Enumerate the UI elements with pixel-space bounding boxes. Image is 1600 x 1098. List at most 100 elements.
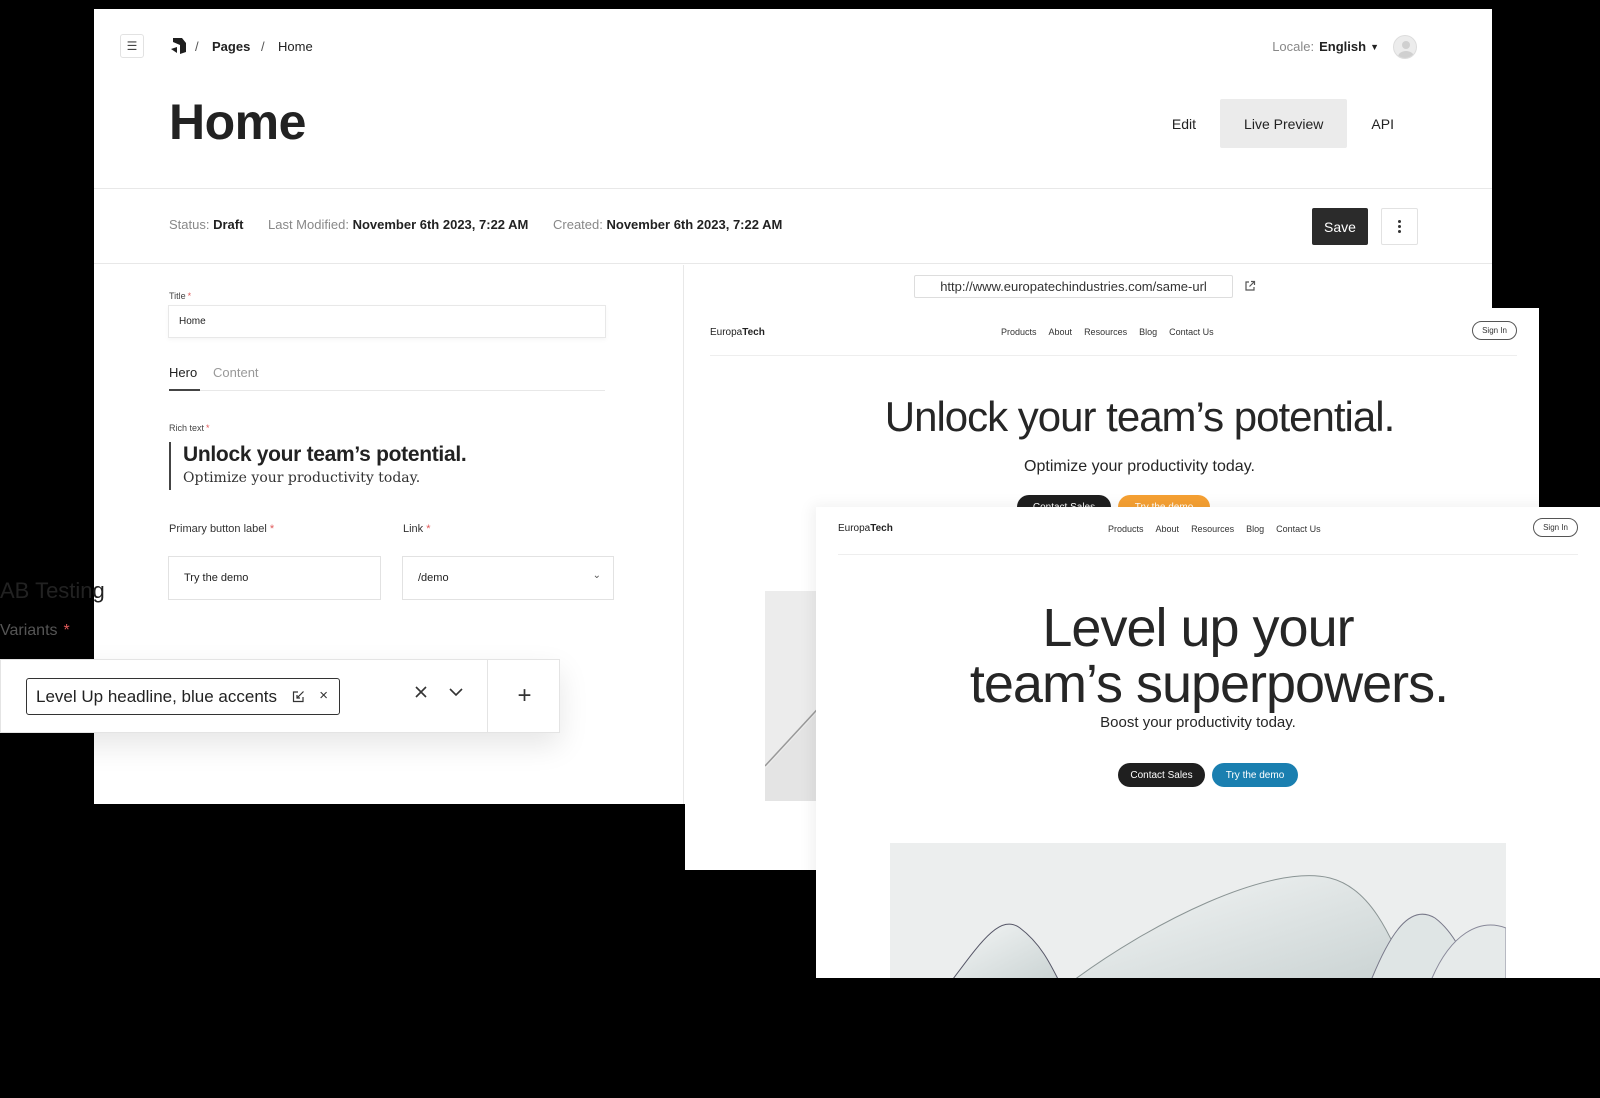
nav-link-about[interactable]: About xyxy=(1049,327,1073,337)
rich-text-editor[interactable]: Unlock your team’s potential. Optimize y… xyxy=(169,442,589,490)
contact-sales-button[interactable]: Contact Sales xyxy=(1118,763,1205,787)
nav-link-blog[interactable]: Blog xyxy=(1246,524,1264,534)
title-field-label: Title * xyxy=(169,291,191,301)
sign-in-button[interactable]: Sign In xyxy=(1472,321,1517,340)
preview-variant-b: EuropaTech Products About Resources Blog… xyxy=(816,507,1600,978)
site-nav: EuropaTech Products About Resources Blog… xyxy=(838,507,1578,555)
external-link-icon[interactable] xyxy=(1244,280,1256,292)
required-mark: * xyxy=(187,291,192,301)
link-label: Link * xyxy=(403,523,430,535)
nav-link-blog[interactable]: Blog xyxy=(1139,327,1157,337)
title-label-text: Title xyxy=(169,291,186,301)
nav-link-products[interactable]: Products xyxy=(1108,524,1144,534)
created-meta: Created: November 6th 2023, 7:22 AM xyxy=(553,217,782,232)
variants-selector[interactable]: Level Up headline, blue accents × + xyxy=(0,659,560,733)
locale-selector[interactable]: Locale: English ▼ xyxy=(1272,39,1379,54)
nav-link-contact[interactable]: Contact Us xyxy=(1276,524,1321,534)
hero-headline: Unlock your team’s potential. xyxy=(884,393,1396,440)
sign-in-button[interactable]: Sign In xyxy=(1533,518,1578,537)
brand-logo-icon[interactable] xyxy=(169,37,187,55)
tab-content[interactable]: Content xyxy=(213,365,259,380)
chevron-down-icon: ⌄ xyxy=(592,570,601,581)
tab-live-preview[interactable]: Live Preview xyxy=(1220,99,1348,148)
primary-button-label: Primary button label * xyxy=(169,523,274,535)
chevron-down-icon: ▼ xyxy=(1370,42,1379,52)
brand-suffix: Tech xyxy=(742,327,765,338)
variants-label-text: Variants xyxy=(0,622,58,639)
created-value: November 6th 2023, 7:22 AM xyxy=(606,217,783,232)
hero-headline-line2: team’s superpowers. xyxy=(969,654,1449,714)
top-bar: ☰ / Pages / Home Locale: English ▼ xyxy=(94,9,1492,83)
menu-button[interactable]: ☰ xyxy=(120,34,144,58)
locale-label: Locale: xyxy=(1272,39,1315,54)
preview-url-field[interactable]: http://www.europatechindustries.com/same… xyxy=(914,275,1233,298)
last-modified-meta: Last Modified: November 6th 2023, 7:22 A… xyxy=(268,217,528,232)
hero-subheadline: Boost your productivity today. xyxy=(1100,714,1296,731)
remove-variant-icon[interactable]: × xyxy=(319,687,328,704)
rich-text-body: Optimize your productivity today. xyxy=(183,470,421,486)
ab-testing-title: AB Testing xyxy=(0,578,105,603)
variants-label: Variants * xyxy=(0,622,70,640)
nav-link-products[interactable]: Products xyxy=(1001,327,1037,337)
try-demo-button[interactable]: Try the demo xyxy=(1212,763,1298,787)
primary-button-input[interactable]: Try the demo xyxy=(168,556,381,600)
locale-value: English xyxy=(1319,39,1367,54)
kebab-menu-icon xyxy=(1398,220,1401,223)
clear-selection-icon[interactable] xyxy=(412,683,430,701)
nav-link-contact[interactable]: Contact Us xyxy=(1169,327,1214,337)
hero-image xyxy=(890,843,1506,978)
abstract-shape-image xyxy=(953,875,1506,978)
site-nav-links: Products About Resources Blog Contact Us xyxy=(1001,327,1214,337)
user-avatar-icon[interactable] xyxy=(1393,35,1417,59)
edit-icon[interactable] xyxy=(292,690,305,703)
created-label: Created: xyxy=(553,217,603,232)
link-label-text: Link xyxy=(403,523,424,535)
breadcrumb-separator: / xyxy=(195,39,199,54)
site-brand[interactable]: EuropaTech xyxy=(838,523,893,534)
tab-edit[interactable]: Edit xyxy=(1148,99,1220,148)
view-tabs: Edit Live Preview API xyxy=(1148,99,1418,148)
rich-text-label: Rich text * xyxy=(169,423,210,433)
status-meta: Status: Draft xyxy=(169,217,243,232)
chevron-down-icon[interactable] xyxy=(447,683,465,701)
active-tab-indicator xyxy=(169,389,200,391)
site-nav: EuropaTech Products About Resources Blog… xyxy=(710,308,1517,356)
more-options-button[interactable] xyxy=(1381,208,1418,245)
site-brand[interactable]: EuropaTech xyxy=(710,327,765,338)
hero-subheadline: Optimize your productivity today. xyxy=(1024,458,1255,475)
brand-prefix: Europa xyxy=(838,523,871,534)
brand-prefix: Europa xyxy=(710,327,743,338)
tab-api[interactable]: API xyxy=(1347,99,1418,148)
breadcrumb-home: Home xyxy=(278,39,313,54)
kebab-dot xyxy=(1398,230,1401,233)
hero-headline: Level up your team’s superpowers. xyxy=(816,600,1590,712)
last-modified-label: Last Modified: xyxy=(268,217,349,232)
status-label: Status: xyxy=(169,217,210,232)
link-select[interactable]: /demo ⌄ xyxy=(402,556,614,600)
primary-button-label-text: Primary button label xyxy=(169,523,267,535)
add-variant-button[interactable]: + xyxy=(488,660,561,732)
required-mark: * xyxy=(426,523,431,535)
breadcrumb-separator: / xyxy=(261,39,265,54)
rich-text-heading: Unlock your team’s potential. xyxy=(183,443,467,466)
variant-chip-label: Level Up headline, blue accents xyxy=(36,686,277,706)
nav-link-resources[interactable]: Resources xyxy=(1191,524,1234,534)
hero-headline-line1: Level up your xyxy=(1042,598,1354,658)
required-mark: * xyxy=(269,523,275,535)
nav-link-resources[interactable]: Resources xyxy=(1084,327,1127,337)
breadcrumb-pages[interactable]: Pages xyxy=(212,39,250,54)
brand-suffix: Tech xyxy=(870,523,893,534)
save-button[interactable]: Save xyxy=(1312,208,1368,245)
page-title: Home xyxy=(169,94,306,150)
status-bar: Status: Draft Last Modified: November 6t… xyxy=(94,188,1492,264)
tab-hero[interactable]: Hero xyxy=(169,365,197,380)
link-select-value: /demo xyxy=(418,572,449,584)
site-nav-links: Products About Resources Blog Contact Us xyxy=(1108,524,1321,534)
rich-text-label-text: Rich text xyxy=(169,423,205,433)
required-mark: * xyxy=(206,423,210,433)
kebab-dot xyxy=(1398,225,1401,228)
title-input[interactable]: Home xyxy=(168,305,606,338)
variant-chip[interactable]: Level Up headline, blue accents × xyxy=(26,678,340,715)
hamburger-icon: ☰ xyxy=(126,39,138,53)
nav-link-about[interactable]: About xyxy=(1156,524,1180,534)
